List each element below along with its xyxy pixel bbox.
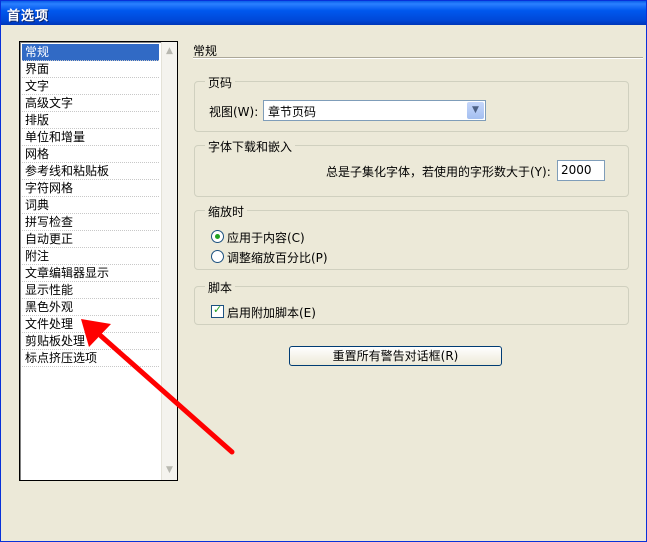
preferences-dialog: 首选项 常规 界面 文字 高级文字 排版 单位和增量 网格 参考线和粘贴板 字符网格 词典 拼写检查… bbox=[0, 0, 647, 542]
red-arrow-annotation bbox=[81, 319, 235, 455]
arrow-shaft bbox=[98, 333, 235, 455]
